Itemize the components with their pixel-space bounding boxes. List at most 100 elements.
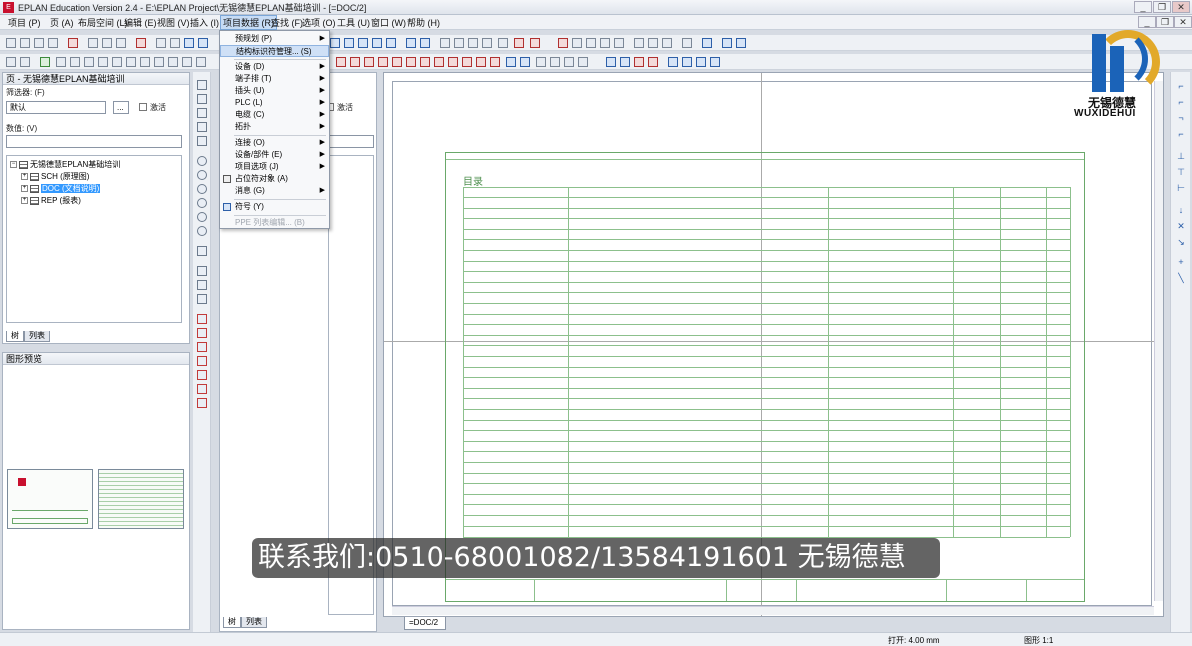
zoom-window-icon[interactable] [330, 38, 340, 48]
menu-tools[interactable]: 工具 (U) [337, 16, 370, 29]
snap-icon[interactable] [514, 38, 524, 48]
menu-find[interactable]: 查找 (F) [271, 16, 303, 29]
grid2-icon[interactable] [454, 38, 464, 48]
menu-item-topology[interactable]: 拓扑 ▶ [220, 121, 329, 133]
ellipse-icon[interactable] [197, 226, 207, 236]
arrow4-icon[interactable] [710, 57, 720, 67]
menu-item-cables[interactable]: 电缆 (C) ▶ [220, 109, 329, 121]
diagonal-icon[interactable]: ╲ [1175, 274, 1187, 283]
connection12-icon[interactable] [490, 57, 500, 67]
cross-icon[interactable]: ✕ [1175, 222, 1187, 231]
menu-item-devices-parts[interactable]: 设备/部件 (E) ▶ [220, 149, 329, 161]
link-icon[interactable] [197, 294, 207, 304]
tree-root[interactable]: − 无锡德慧EPLAN基础培训 [10, 159, 120, 170]
horizontal-scrollbar[interactable] [392, 606, 1154, 615]
dimension-icon[interactable] [197, 314, 207, 324]
spline-icon[interactable] [197, 246, 207, 256]
activate-checkbox[interactable] [139, 103, 147, 111]
zoom-in-icon[interactable] [344, 38, 354, 48]
tool8-icon[interactable] [154, 57, 164, 67]
corner-icon[interactable]: ⌐ [1175, 82, 1187, 91]
connection10-icon[interactable] [462, 57, 472, 67]
image-icon[interactable] [572, 38, 582, 48]
cart2-icon[interactable] [736, 38, 746, 48]
circle-icon[interactable] [197, 156, 207, 166]
polyline-icon[interactable] [197, 94, 207, 104]
connection2-icon[interactable] [350, 57, 360, 67]
arrow2-icon[interactable] [682, 57, 692, 67]
wrench-icon[interactable] [68, 38, 78, 48]
grid-icon[interactable] [440, 38, 450, 48]
expand-icon[interactable]: + [21, 197, 28, 205]
image3-icon[interactable] [600, 38, 610, 48]
dimension4-icon[interactable] [197, 356, 207, 366]
value-input[interactable] [6, 135, 182, 148]
copy-icon[interactable] [102, 38, 112, 48]
tool-d-icon[interactable] [682, 38, 692, 48]
check2-icon[interactable] [170, 38, 180, 48]
connection6-icon[interactable] [406, 57, 416, 67]
menu-item-placeholder-objects[interactable]: 占位符对象 (A) [220, 173, 329, 185]
menu-insert[interactable]: 插入 (I) [190, 16, 219, 29]
connection4-icon[interactable] [378, 57, 388, 67]
cable5-icon[interactable] [564, 57, 574, 67]
tool-a-icon[interactable] [634, 38, 644, 48]
plus-icon[interactable]: + [1175, 258, 1187, 267]
vertical-scrollbar[interactable] [1154, 81, 1163, 601]
tee3-icon[interactable]: ⊢ [1175, 184, 1187, 193]
tool-c-icon[interactable] [662, 38, 672, 48]
tab-tree-2[interactable]: 树 [223, 617, 241, 628]
zoom-page-icon[interactable] [386, 38, 396, 48]
arrow3-icon[interactable] [696, 57, 706, 67]
polygon-icon[interactable] [197, 108, 207, 118]
layout2-icon[interactable] [20, 57, 30, 67]
open-project-icon[interactable] [20, 38, 30, 48]
dimension3-icon[interactable] [197, 342, 207, 352]
tab-tree[interactable]: 树 [6, 331, 24, 342]
tool-e-icon[interactable] [702, 38, 712, 48]
connection9-icon[interactable] [448, 57, 458, 67]
cable6-icon[interactable] [578, 57, 588, 67]
expand-icon[interactable]: + [21, 173, 28, 181]
cable3-icon[interactable] [536, 57, 546, 67]
angle-icon[interactable] [197, 384, 207, 394]
connection7-icon[interactable] [420, 57, 430, 67]
prev-page-icon[interactable] [406, 38, 416, 48]
dimension2-icon[interactable] [197, 328, 207, 338]
tab-list[interactable]: 列表 [24, 331, 50, 342]
save-icon[interactable] [34, 38, 44, 48]
tee-icon[interactable]: ⊥ [1175, 152, 1187, 161]
new-project-icon[interactable] [6, 38, 16, 48]
tree-item-doc[interactable]: + DOC (文档说明) [21, 183, 101, 194]
cart-icon[interactable] [722, 38, 732, 48]
radius-icon[interactable] [197, 398, 207, 408]
corner3-icon[interactable]: ¬ [1175, 114, 1187, 123]
minimize-icon[interactable]: _ [1134, 1, 1152, 13]
line-icon[interactable] [197, 80, 207, 90]
tool2-icon[interactable] [70, 57, 80, 67]
snap2-icon[interactable] [530, 38, 540, 48]
menu-item-plugs[interactable]: 插头 (U) ▶ [220, 85, 329, 97]
dimension5-icon[interactable] [197, 370, 207, 380]
tree-item-rep[interactable]: + REP (报表) [21, 195, 81, 206]
menu-project[interactable]: 项目 (P) [8, 16, 41, 29]
check-icon[interactable] [156, 38, 166, 48]
close-icon[interactable]: ✕ [1172, 1, 1190, 13]
menu-edit[interactable]: 编辑 (E) [124, 16, 157, 29]
filter-select[interactable]: 默认 [6, 101, 106, 114]
zoom-out-icon[interactable] [358, 38, 368, 48]
cable2-icon[interactable] [520, 57, 530, 67]
bus3-icon[interactable] [634, 57, 644, 67]
menu-help[interactable]: 帮助 (H) [407, 16, 440, 29]
grid4-icon[interactable] [482, 38, 492, 48]
expand-icon[interactable]: + [21, 185, 28, 193]
menu-item-symbols[interactable]: 符号 (Y) [220, 201, 329, 213]
connection11-icon[interactable] [476, 57, 486, 67]
ortho-icon[interactable] [558, 38, 568, 48]
cable4-icon[interactable] [550, 57, 560, 67]
grid3-icon[interactable] [468, 38, 478, 48]
document-tab[interactable]: =DOC/2 [404, 617, 446, 630]
tool6-icon[interactable] [126, 57, 136, 67]
image2-icon[interactable] [586, 38, 596, 48]
menu-view[interactable]: 视图 (V) [157, 16, 190, 29]
